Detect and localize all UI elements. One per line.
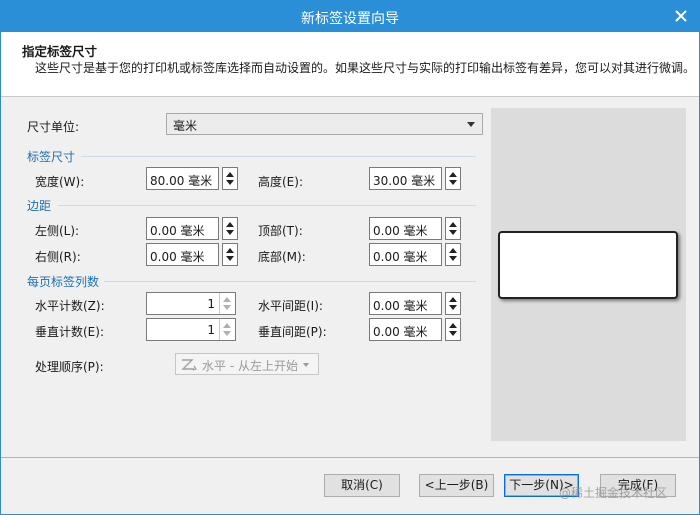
right-margin-field[interactable]: 0.00 毫米 [146, 243, 238, 266]
chevron-down-icon [467, 122, 475, 127]
vertical-count-spinner[interactable] [219, 319, 235, 340]
horizontal-gap-label: 水平间距(I): [258, 299, 323, 313]
section-divider [58, 205, 476, 206]
height-label: 高度(E): [258, 175, 303, 189]
label-preview-panel [491, 108, 686, 441]
wizard-window: 新标签设置向导 指定标签尺寸 这些尺寸是基于您的打印机或标签库选择而自动设置的。… [0, 0, 700, 515]
unit-select-value: 毫米 [173, 119, 198, 133]
spin-down-icon[interactable] [449, 256, 457, 261]
spin-down-icon[interactable] [226, 256, 234, 261]
bottom-margin-spinner[interactable] [445, 243, 461, 266]
spin-down-icon[interactable] [449, 305, 457, 310]
chevron-down-icon [303, 363, 309, 367]
top-margin-spinner[interactable] [445, 217, 461, 240]
section-divider [104, 281, 476, 282]
wizard-header: 指定标签尺寸 这些尺寸是基于您的打印机或标签库选择而自动设置的。如果这些尺寸与实… [1, 32, 699, 97]
height-field[interactable]: 30.00 毫米 [369, 167, 461, 190]
horizontal-count-field[interactable]: 1 [146, 292, 236, 315]
vertical-count-field[interactable]: 1 [146, 318, 236, 341]
section-divider [81, 156, 476, 157]
section-margins: 边距 [27, 199, 52, 213]
vertical-gap-spinner[interactable] [445, 318, 461, 341]
vertical-count-label: 垂直计数(E): [35, 325, 104, 339]
horizontal-gap-value: 0.00 毫米 [373, 299, 428, 313]
close-icon[interactable] [669, 4, 693, 28]
bottom-margin-label: 底部(M): [258, 250, 306, 264]
height-spinner[interactable] [445, 167, 461, 190]
spin-up-icon[interactable] [449, 297, 457, 302]
spin-up-icon[interactable] [449, 172, 457, 177]
step-description: 这些尺寸是基于您的打印机或标签库选择而自动设置的。如果这些尺寸与实际的打印输出标… [35, 61, 696, 75]
unit-select[interactable]: 毫米 [166, 113, 483, 135]
processing-order-select[interactable]: 水平 - 从左上开始 [175, 353, 319, 375]
spin-up-icon[interactable] [226, 222, 234, 227]
left-margin-field[interactable]: 0.00 毫米 [146, 217, 238, 240]
vertical-count-value: 1 [207, 323, 215, 337]
section-labels-per-page: 每页标签列数 [27, 275, 100, 289]
bottom-margin-field[interactable]: 0.00 毫米 [369, 243, 461, 266]
spin-up-icon[interactable] [226, 172, 234, 177]
width-spinner[interactable] [222, 167, 238, 190]
right-margin-spinner[interactable] [222, 243, 238, 266]
spin-down-icon[interactable] [223, 331, 231, 336]
spin-down-icon[interactable] [226, 230, 234, 235]
left-margin-label: 左侧(L): [35, 224, 80, 238]
vertical-gap-field[interactable]: 0.00 毫米 [369, 318, 461, 341]
footer-divider [1, 457, 699, 458]
top-margin-value: 0.00 毫米 [373, 224, 428, 238]
width-value: 80.00 毫米 [150, 174, 213, 188]
right-margin-label: 右侧(R): [35, 250, 81, 264]
horizontal-count-value: 1 [207, 297, 215, 311]
processing-order-value: 水平 - 从左上开始 [202, 359, 298, 373]
spin-up-icon[interactable] [223, 297, 231, 302]
width-label: 宽度(W): [35, 175, 85, 189]
height-value: 30.00 毫米 [373, 174, 436, 188]
step-title: 指定标签尺寸 [22, 44, 98, 59]
label-preview-shape [498, 231, 678, 299]
top-margin-label: 顶部(T): [258, 224, 303, 238]
processing-order-label: 处理顺序(P): [35, 360, 104, 374]
spin-down-icon[interactable] [226, 180, 234, 185]
spin-up-icon[interactable] [449, 222, 457, 227]
spin-up-icon[interactable] [223, 323, 231, 328]
horizontal-count-spinner[interactable] [219, 293, 235, 314]
left-margin-spinner[interactable] [222, 217, 238, 240]
spin-up-icon[interactable] [449, 248, 457, 253]
z-order-icon [180, 357, 198, 375]
window-title: 新标签设置向导 [301, 11, 399, 27]
horizontal-count-label: 水平计数(Z): [35, 299, 105, 313]
vertical-gap-label: 垂直间距(P): [258, 325, 327, 339]
width-field[interactable]: 80.00 毫米 [146, 167, 238, 190]
spin-down-icon[interactable] [223, 305, 231, 310]
cancel-button[interactable]: 取消(C) [324, 474, 400, 497]
unit-label: 尺寸单位: [27, 120, 80, 134]
spin-down-icon[interactable] [449, 230, 457, 235]
spin-up-icon[interactable] [449, 323, 457, 328]
watermark: @稀土掘金技术社区 [559, 486, 668, 500]
bottom-margin-value: 0.00 毫米 [373, 250, 428, 264]
spin-up-icon[interactable] [226, 248, 234, 253]
left-margin-value: 0.00 毫米 [150, 224, 205, 238]
right-margin-value: 0.00 毫米 [150, 250, 205, 264]
back-button[interactable]: <上一步(B) [419, 474, 494, 497]
spin-down-icon[interactable] [449, 331, 457, 336]
section-label-size: 标签尺寸 [27, 150, 76, 164]
spin-down-icon[interactable] [449, 180, 457, 185]
top-margin-field[interactable]: 0.00 毫米 [369, 217, 461, 240]
title-bar: 新标签设置向导 [1, 1, 699, 32]
horizontal-gap-field[interactable]: 0.00 毫米 [369, 292, 461, 315]
horizontal-gap-spinner[interactable] [445, 292, 461, 315]
vertical-gap-value: 0.00 毫米 [373, 325, 428, 339]
